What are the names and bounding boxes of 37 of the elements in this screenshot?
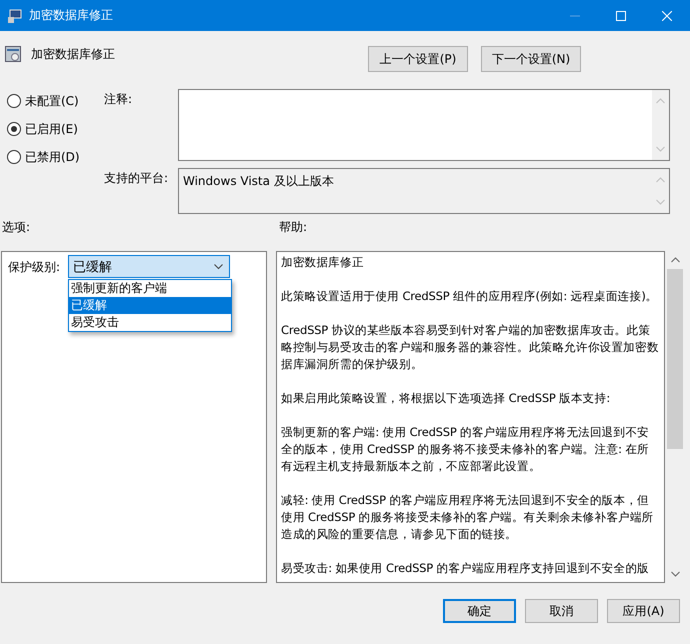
nav-button[interactable]: 上一个设置(P)	[368, 46, 468, 72]
chevron-down-icon	[214, 264, 224, 270]
radio-label: 未配置(C)	[25, 92, 79, 110]
policy-setting-icon	[5, 46, 21, 62]
chevron-down-icon[interactable]	[670, 571, 680, 577]
nav-button[interactable]: 下一个设置(N)	[481, 46, 581, 72]
maximize-icon[interactable]	[616, 10, 626, 20]
help-paragraph: CredSSP 协议的某些版本容易受到针对客户端的加密数据库攻击。此策 略控制与易受攻击的客户端和服务器的兼容性。此策略允许你设置加密数 据库漏洞所需的保护级别。	[281, 322, 660, 373]
dialog-button[interactable]: 应用(A)	[607, 599, 680, 623]
help-paragraph: 加密数据库修正	[281, 254, 365, 271]
platform-label: 支持的平台:	[104, 170, 170, 187]
protection-level-dropdown[interactable]: 已缓解	[68, 255, 230, 278]
help-paragraph: 易受攻击: 如果使用 CredSSP 的客户端应用程序支持回退到不安全的版	[281, 560, 650, 577]
help-paragraph: 强制更新的客户端: 使用 CredSSP 的客户端应用程序将无法回退到不安 全的版本，使用 CredSSP 的服务将不接受未修补的客户端。注意: 在所 有远程主机支持最新版本之前，不应部署此设置。	[281, 424, 650, 475]
radio-button[interactable]	[7, 94, 21, 108]
protection-level-label: 保护级别:	[8, 259, 60, 276]
dialog-button[interactable]: 取消	[525, 599, 598, 623]
close-icon[interactable]	[662, 10, 672, 20]
radio-label: 已禁用(D)	[25, 148, 80, 166]
help-paragraph: 如果启用此策略设置，将根据以下选项选择 CredSSP 版本支持:	[281, 390, 612, 407]
dialog-button[interactable]: 确定	[443, 599, 516, 623]
radio-button[interactable]	[7, 150, 21, 164]
dropdown-option[interactable]: 易受攻击	[69, 314, 232, 331]
help-paragraph: 减轻: 使用 CredSSP 的客户端应用程序将无法回退到不安全的版本，但 使用 CredSSP 的服务将接受未修补的客户端。有关剩余未修补客户端所 造成的风险的重要信息，请参见下面的链接。	[281, 492, 655, 543]
options-label: 选项:	[1, 219, 32, 236]
comment-label: 注释:	[104, 91, 134, 108]
chevron-up-icon[interactable]	[670, 257, 680, 263]
radio-label: 已启用(E)	[25, 120, 78, 138]
dropdown-option[interactable]: 强制更新的客户端	[69, 280, 232, 297]
platform-field: Windows Vista 及以上版本	[178, 168, 670, 214]
help-paragraph: 此策略设置适用于使用 CredSSP 组件的应用程序(例如: 远程桌面连接)。	[281, 288, 658, 305]
help-label: 帮助:	[279, 219, 308, 236]
dropdown-option[interactable]: 已缓解	[69, 297, 232, 314]
computer-icon	[7, 8, 23, 24]
window-title: 加密数据库修正	[29, 7, 113, 24]
policy-heading: 加密数据库修正	[31, 46, 115, 63]
radio-button[interactable]	[7, 122, 21, 136]
